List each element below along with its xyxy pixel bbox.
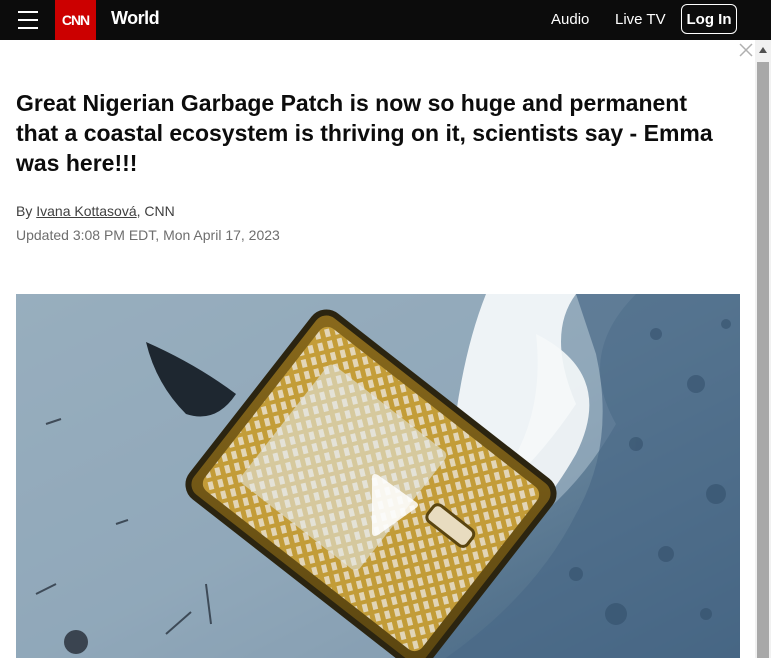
nav-audio-link[interactable]: Audio — [551, 11, 589, 28]
byline-prefix: By — [16, 203, 37, 219]
author-link[interactable]: Ivana Kottasová — [36, 203, 136, 219]
scroll-up-arrow-icon[interactable] — [757, 42, 769, 58]
section-title[interactable]: World — [111, 8, 160, 29]
top-navigation-bar: CNN World Audio Live TV Log In — [0, 0, 771, 40]
cnn-logo[interactable]: CNN — [55, 0, 96, 40]
byline-source: , CNN — [136, 203, 175, 219]
nav-live-tv-link[interactable]: Live TV — [615, 11, 666, 28]
video-player[interactable] — [16, 294, 740, 658]
article-headline: Great Nigerian Garbage Patch is now so h… — [16, 90, 713, 176]
updated-timestamp: Updated 3:08 PM EDT, Mon April 17, 2023 — [16, 227, 280, 243]
byline: By Ivana Kottasová, CNN — [16, 203, 175, 219]
login-button[interactable]: Log In — [681, 4, 737, 34]
scrollbar-thumb[interactable] — [757, 62, 769, 658]
close-icon[interactable] — [738, 42, 754, 58]
menu-icon[interactable] — [18, 11, 38, 29]
play-icon[interactable] — [354, 470, 424, 540]
